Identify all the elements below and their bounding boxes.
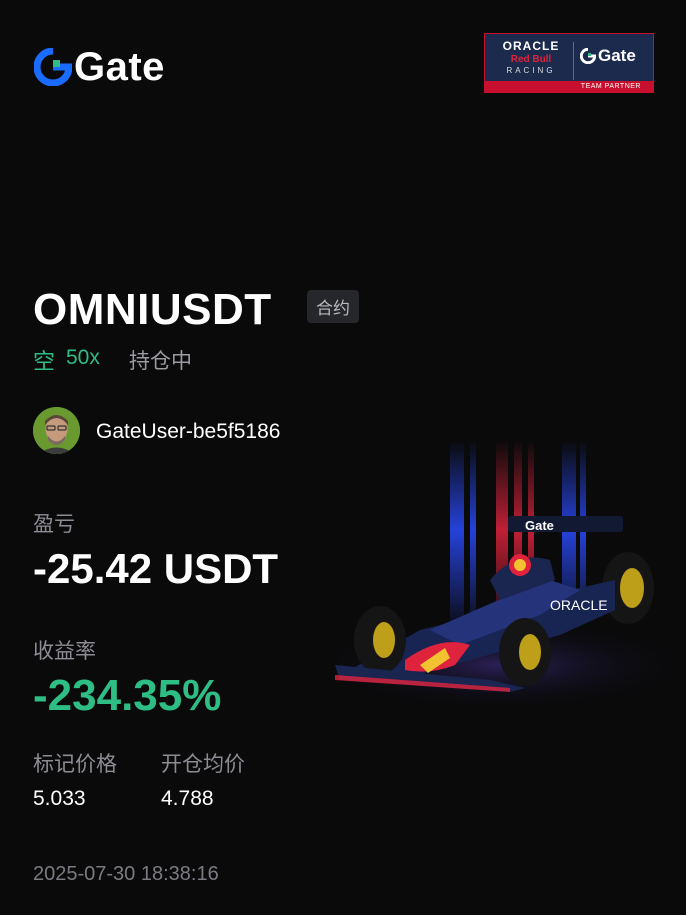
gate-logo-icon [34,48,72,86]
username: GateUser-be5f5186 [96,420,281,443]
pnl-value: -25.42 USDT [33,545,279,592]
oracle-wordmark: ORACLE [502,39,560,53]
mark-price-value: 5.033 [33,787,86,810]
badge-divider [573,42,574,80]
roi-value: -234.35% [33,671,222,720]
race-car-illustration: Gate ORACLE [315,440,685,710]
pnl-label: 盈亏 [33,513,75,536]
position-status: 持仓中 [129,350,192,373]
racing-wordmark: RACING [506,66,556,75]
mark-price-label: 标记价格 [33,753,117,776]
badge-gate-text: Gate [598,46,636,65]
user-avatar-icon [33,407,80,454]
svg-text:ORACLE: ORACLE [550,597,608,613]
entry-price-label: 开仓均价 [161,753,245,776]
entry-price-value: 4.788 [161,787,214,810]
symbol-title: OMNIUSDT [33,285,272,334]
gate-logo-text: Gate [74,45,165,89]
gate-logo: Gate [34,45,165,89]
svg-text:Gate: Gate [525,518,554,533]
red-bull-wordmark: Red Bull [510,54,552,65]
position-side: 空 [33,349,56,374]
gate-logo-icon [580,48,596,64]
team-partner-caption: TEAM PARTNER [485,81,653,92]
contract-tag: 合约 [307,290,359,323]
badge-gate-logo: Gate [580,46,636,66]
leverage: 50x [66,346,100,369]
timestamp: 2025-07-30 18:38:16 [33,863,219,885]
team-partner-badge: ORACLE Red Bull RACING Gate TEAM PARTNER [484,33,654,93]
avatar [33,407,80,454]
roi-label: 收益率 [33,640,96,663]
